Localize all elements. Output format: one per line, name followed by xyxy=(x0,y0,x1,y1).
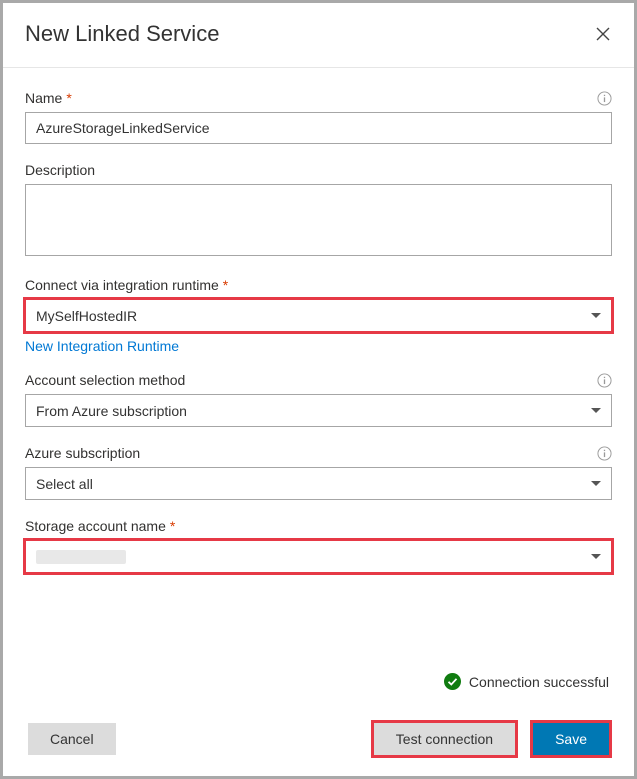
info-icon[interactable] xyxy=(597,446,612,461)
subscription-value: Select all xyxy=(36,476,93,492)
subscription-select[interactable]: Select all xyxy=(25,467,612,500)
close-icon xyxy=(596,27,610,41)
chevron-down-icon xyxy=(591,408,601,413)
storage-value xyxy=(36,550,126,564)
acct-method-select[interactable]: From Azure subscription xyxy=(25,394,612,427)
info-icon[interactable] xyxy=(597,373,612,388)
description-input[interactable] xyxy=(25,184,612,256)
runtime-select[interactable]: MySelfHostedIR xyxy=(25,299,612,332)
acct-method-value: From Azure subscription xyxy=(36,403,187,419)
name-input[interactable] xyxy=(25,112,612,144)
runtime-value: MySelfHostedIR xyxy=(36,308,137,324)
subscription-label: Azure subscription xyxy=(25,445,140,461)
check-icon xyxy=(444,673,461,690)
chevron-down-icon xyxy=(591,554,601,559)
chevron-down-icon xyxy=(591,313,601,318)
chevron-down-icon xyxy=(591,481,601,486)
acct-method-label: Account selection method xyxy=(25,372,185,388)
save-button[interactable]: Save xyxy=(533,723,609,755)
description-label: Description xyxy=(25,162,95,178)
storage-select[interactable] xyxy=(25,540,612,573)
cancel-button[interactable]: Cancel xyxy=(28,723,116,755)
new-integration-runtime-link[interactable]: New Integration Runtime xyxy=(25,338,179,354)
page-title: New Linked Service xyxy=(25,21,219,47)
close-button[interactable] xyxy=(592,23,614,45)
storage-label: Storage account name* xyxy=(25,518,175,534)
runtime-label: Connect via integration runtime* xyxy=(25,277,228,293)
info-icon[interactable] xyxy=(597,91,612,106)
connection-status-text: Connection successful xyxy=(469,674,609,690)
test-connection-button[interactable]: Test connection xyxy=(374,723,515,755)
connection-status: Connection successful xyxy=(444,673,609,690)
name-label: Name* xyxy=(25,90,72,106)
